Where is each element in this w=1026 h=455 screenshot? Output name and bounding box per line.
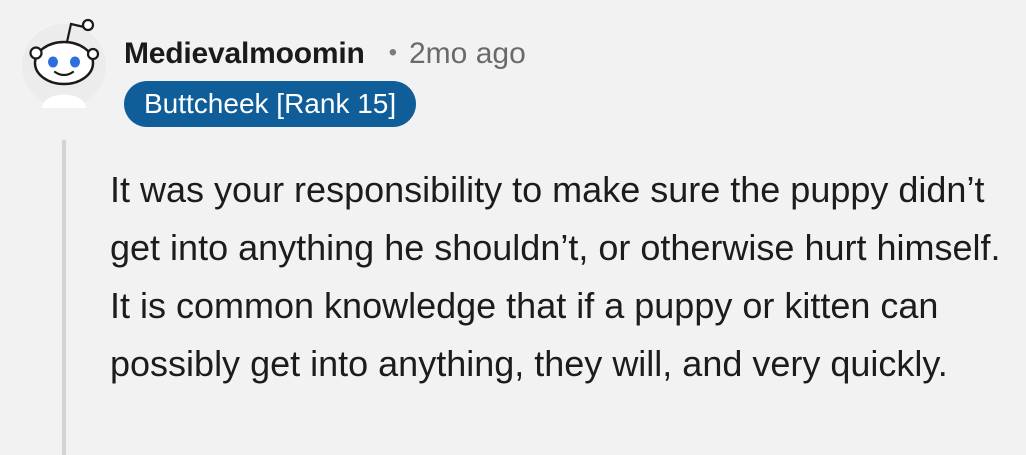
snoo-avatar-icon: [22, 18, 106, 108]
comment-body: It was your responsibility to make sure …: [110, 161, 1015, 393]
meta-separator: •: [388, 39, 397, 66]
avatar[interactable]: [18, 14, 110, 112]
user-flair-badge: Buttcheek [Rank 15]: [124, 81, 417, 127]
comment-text: It was your responsibility to make sure …: [110, 169, 1001, 384]
thread-line[interactable]: [62, 140, 66, 455]
comment-header: Medievalmoomin • 2mo ago: [124, 34, 526, 74]
username-link[interactable]: Medievalmoomin: [124, 37, 365, 71]
comment-timestamp[interactable]: 2mo ago: [409, 37, 526, 71]
